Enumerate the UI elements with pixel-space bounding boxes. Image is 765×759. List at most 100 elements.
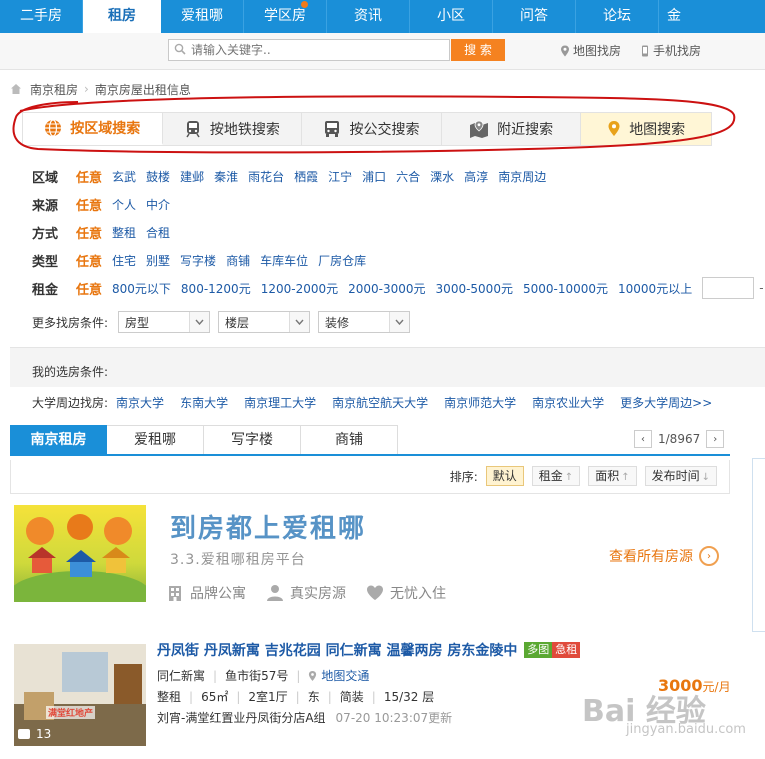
promo-subtitle: 3.3.爱租哪租房平台	[170, 552, 306, 568]
filter-any[interactable]: 任意	[76, 251, 102, 270]
tab-aizuna[interactable]: 爱租哪	[107, 425, 204, 455]
nav-item-xiaoqu[interactable]: 小区	[410, 0, 493, 33]
nav-item-aizuna[interactable]: 爱租哪	[161, 0, 244, 33]
search-button[interactable]: 搜 索	[451, 39, 505, 61]
filter-option[interactable]: 玄武	[112, 168, 136, 185]
university-link[interactable]: 南京大学	[116, 394, 164, 411]
divider: |	[295, 689, 300, 704]
filter-option[interactable]: 5000-10000元	[523, 280, 608, 297]
filter-any[interactable]: 任意	[76, 167, 102, 186]
map-traffic-link[interactable]: 地图交通	[321, 667, 369, 684]
filter-option[interactable]: 800-1200元	[181, 280, 251, 297]
listing-photo[interactable]: 满堂红地产 13	[14, 644, 146, 746]
filter-option[interactable]: 厂房仓库	[318, 252, 366, 269]
filter-option[interactable]: 栖霞	[294, 168, 318, 185]
sort-rent-button[interactable]: 租金 ↑	[531, 466, 581, 486]
sort-time-button[interactable]: 发布时间 ↓	[644, 466, 717, 486]
nav-item-zixun[interactable]: 资讯	[327, 0, 410, 33]
more-universities-link[interactable]: 更多大学周边>>	[620, 394, 712, 411]
tab-nanjing-rent[interactable]: 南京租房	[10, 425, 107, 455]
filter-option[interactable]: 江宁	[328, 168, 352, 185]
filter-option[interactable]: 住宅	[112, 252, 136, 269]
agent-name[interactable]: 刘宵-满堂红置业丹凤街分店A组	[157, 709, 326, 726]
filter-option[interactable]: 雨花台	[248, 168, 284, 185]
map-pin-icon	[608, 121, 620, 136]
filter-row-type: 类型 任意 住宅 别墅 写字楼 商铺 车库车位 厂房仓库	[32, 246, 765, 274]
filter-option[interactable]: 秦淮	[214, 168, 238, 185]
search-input[interactable]	[191, 42, 446, 58]
nav-item-zufang[interactable]: 租房	[83, 0, 161, 33]
next-page-button[interactable]: ›	[706, 430, 725, 448]
decoration-select[interactable]: 装修	[318, 311, 411, 333]
camera-icon	[18, 729, 30, 739]
room-type-select[interactable]: 房型	[118, 311, 211, 333]
filter-any[interactable]: 任意	[76, 223, 102, 242]
filter-option[interactable]: 鼓楼	[146, 168, 170, 185]
detail-layout: 2室1厅	[248, 690, 288, 704]
promo-tag: 真实房源	[266, 583, 346, 603]
listing-title-text: 丹凤街 丹凤新寓 吉兆花园 同仁新寓 温馨两房 房东金陵中	[157, 643, 518, 659]
tab-nearby-search[interactable]: 附近搜索	[442, 113, 582, 145]
filter-option[interactable]: 整租	[112, 224, 136, 241]
filter-option[interactable]: 别墅	[146, 252, 170, 269]
tab-area-search[interactable]: 按区域搜索	[23, 113, 163, 145]
filter-option[interactable]: 3000-5000元	[436, 280, 513, 297]
tab-office[interactable]: 写字楼	[204, 425, 301, 455]
filter-option[interactable]: 浦口	[362, 168, 386, 185]
filter-any[interactable]: 任意	[76, 279, 102, 298]
filter-option[interactable]: 写字楼	[180, 252, 216, 269]
filter-option[interactable]: 中介	[146, 196, 170, 213]
prev-page-button[interactable]: ‹	[634, 430, 652, 448]
nav-item-jin[interactable]: 金	[659, 0, 699, 33]
filter-option[interactable]: 1200-2000元	[261, 280, 338, 297]
nav-item-xuequfang[interactable]: 学区房	[244, 0, 327, 33]
breadcrumb-item-current[interactable]: 南京房屋出租信息	[95, 81, 191, 98]
sort-controls: 排序: 默认 租金 ↑ 面积 ↑ 发布时间 ↓	[450, 466, 717, 486]
filter-option[interactable]: 2000-3000元	[348, 280, 425, 297]
divider: |	[327, 689, 332, 704]
home-icon[interactable]	[10, 83, 22, 95]
nav-item-ershoufang[interactable]: 二手房	[0, 0, 83, 33]
tab-shop[interactable]: 商铺	[301, 425, 398, 455]
nav-item-luntan[interactable]: 论坛	[576, 0, 659, 33]
filter-option[interactable]: 车库车位	[260, 252, 308, 269]
search-box[interactable]	[168, 39, 450, 61]
promo-image[interactable]	[14, 505, 146, 602]
filter-option[interactable]: 建邺	[180, 168, 204, 185]
filter-option[interactable]: 个人	[112, 196, 136, 213]
community-link[interactable]: 同仁新寓	[157, 667, 205, 684]
university-link[interactable]: 东南大学	[180, 394, 228, 411]
view-all-listings-link[interactable]: 查看所有房源 ›	[609, 546, 719, 566]
tab-map-search[interactable]: 地图搜索	[581, 113, 711, 145]
min-price-input[interactable]	[702, 277, 755, 299]
watermark-url: jingyan.baidu.com	[626, 722, 746, 737]
bus-icon	[325, 121, 340, 137]
filter-option[interactable]: 商铺	[226, 252, 250, 269]
filter-row-method: 方式 任意 整租 合租	[32, 218, 765, 246]
university-link[interactable]: 南京农业大学	[532, 394, 604, 411]
university-link[interactable]: 南京师范大学	[444, 394, 516, 411]
tab-bus-search[interactable]: 按公交搜索	[302, 113, 442, 145]
filter-option[interactable]: 六合	[396, 168, 420, 185]
floor-select[interactable]: 楼层	[218, 311, 311, 333]
filter-option[interactable]: 合租	[146, 224, 170, 241]
breadcrumb-item-nanjing-rent[interactable]: 南京租房	[30, 81, 78, 98]
filter-label: 来源	[32, 198, 59, 214]
filter-option[interactable]: 溧水	[430, 168, 454, 185]
mobile-find-link[interactable]: 手机找房	[640, 42, 701, 59]
filter-option[interactable]: 10000元以上	[618, 280, 692, 297]
filter-any[interactable]: 任意	[76, 195, 102, 214]
tab-subway-search[interactable]: 按地铁搜索	[163, 113, 303, 145]
university-link[interactable]: 南京航空航天大学	[332, 394, 428, 411]
filter-option[interactable]: 高淳	[464, 168, 488, 185]
sort-default-button[interactable]: 默认	[485, 466, 524, 486]
university-link[interactable]: 南京理工大学	[244, 394, 316, 411]
filter-option[interactable]: 南京周边	[498, 168, 546, 185]
nav-item-wenda[interactable]: 问答	[493, 0, 576, 33]
filter-option[interactable]: 800元以下	[112, 280, 171, 297]
listing-title[interactable]: 丹凤街 丹凤新寓 吉兆花园 同仁新寓 温馨两房 房东金陵中 多图 急租	[157, 640, 581, 660]
map-find-link[interactable]: 地图找房	[560, 42, 621, 59]
tab-label: 按区域搜索	[70, 121, 141, 137]
sort-area-button[interactable]: 面积 ↑	[588, 466, 637, 486]
promo-tag: 无忧入住	[366, 583, 446, 603]
